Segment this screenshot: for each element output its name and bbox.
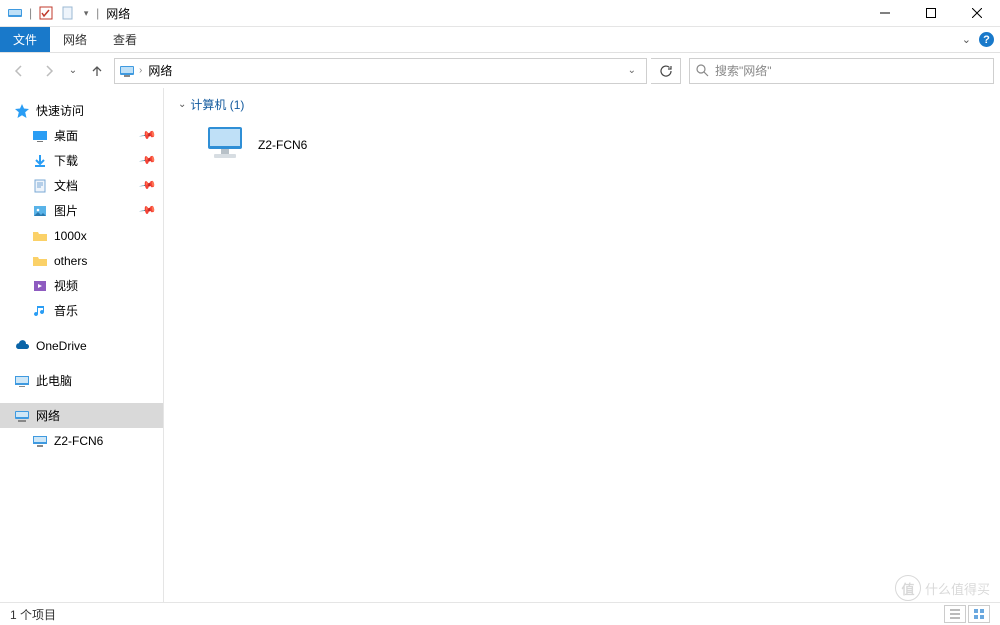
sidebar-item-label: 快速访问 [36, 102, 84, 119]
content-pane: ⌄ 计算机 (1) Z2-FCN6 [164, 88, 1000, 602]
search-input[interactable]: 搜索"网络" [689, 58, 994, 84]
pictures-icon [32, 203, 48, 219]
refresh-button[interactable] [651, 58, 681, 84]
qat-dropdown-icon[interactable]: ▾ [79, 2, 93, 24]
desktop-icon [32, 128, 48, 144]
search-placeholder: 搜索"网络" [715, 62, 772, 79]
group-header-label: 计算机 (1) [190, 96, 244, 113]
computer-icon [204, 124, 248, 167]
computer-item-label: Z2-FCN6 [258, 138, 307, 152]
sidebar-quick-access[interactable]: 快速访问 [0, 98, 163, 123]
sidebar-item-label: 视频 [54, 277, 78, 294]
sidebar-item-folder-1000x[interactable]: 1000x [0, 223, 163, 248]
nav-forward-button[interactable] [36, 58, 62, 84]
pin-icon: 📌 [139, 201, 158, 220]
computer-item[interactable]: Z2-FCN6 [202, 121, 422, 169]
folder-icon [32, 228, 48, 244]
sidebar-item-label: 网络 [36, 407, 60, 424]
sidebar-item-label: 文档 [54, 177, 78, 194]
sidebar-network-computer[interactable]: Z2-FCN6 [0, 428, 163, 453]
documents-icon [32, 178, 48, 194]
ribbon-tab-file[interactable]: 文件 [0, 27, 50, 52]
search-icon [696, 64, 709, 77]
sidebar-item-label: Z2-FCN6 [54, 434, 103, 448]
sidebar-onedrive[interactable]: OneDrive [0, 333, 163, 358]
videos-icon [32, 278, 48, 294]
view-details-button[interactable] [944, 605, 966, 623]
star-icon [14, 103, 30, 119]
ribbon-expand-icon[interactable]: ⌄ [962, 33, 971, 46]
downloads-icon [32, 153, 48, 169]
sidebar-item-label: others [54, 254, 87, 268]
network-icon [14, 408, 30, 424]
computer-icon [32, 433, 48, 449]
folder-icon [32, 253, 48, 269]
chevron-down-icon: ⌄ [178, 99, 186, 110]
sidebar-item-videos[interactable]: 视频 [0, 273, 163, 298]
sidebar-item-label: OneDrive [36, 339, 87, 353]
sidebar-item-label: 下载 [54, 152, 78, 169]
window-title: 网络 [106, 5, 130, 22]
app-icon [4, 2, 26, 24]
sidebar-item-desktop[interactable]: 桌面 📌 [0, 123, 163, 148]
nav-back-button[interactable] [6, 58, 32, 84]
this-pc-icon [14, 373, 30, 389]
group-header-computers[interactable]: ⌄ 计算机 (1) [178, 96, 986, 113]
address-dropdown-icon[interactable]: ⌄ [622, 65, 642, 76]
breadcrumb-separator: › [139, 65, 142, 76]
breadcrumb-network[interactable]: 网络 [146, 62, 174, 79]
onedrive-icon [14, 338, 30, 354]
close-button[interactable] [954, 0, 1000, 27]
minimize-button[interactable] [862, 0, 908, 27]
maximize-button[interactable] [908, 0, 954, 27]
sidebar-item-label: 1000x [54, 229, 87, 243]
sidebar-item-pictures[interactable]: 图片 📌 [0, 198, 163, 223]
address-network-icon [119, 63, 135, 79]
sidebar-item-label: 图片 [54, 202, 78, 219]
nav-up-button[interactable] [84, 58, 110, 84]
qat-separator-2: | [96, 6, 99, 20]
sidebar-item-label: 此电脑 [36, 372, 72, 389]
sidebar-item-documents[interactable]: 文档 📌 [0, 173, 163, 198]
navigation-pane: 快速访问 桌面 📌 下载 📌 文档 📌 图片 📌 1000x ot [0, 88, 164, 602]
view-large-icons-button[interactable] [968, 605, 990, 623]
sidebar-item-folder-others[interactable]: others [0, 248, 163, 273]
sidebar-item-label: 桌面 [54, 127, 78, 144]
sidebar-network[interactable]: 网络 [0, 403, 163, 428]
sidebar-item-label: 音乐 [54, 302, 78, 319]
ribbon-tab-view[interactable]: 查看 [100, 27, 150, 52]
music-icon [32, 303, 48, 319]
status-item-count: 1 个项目 [10, 606, 56, 623]
sidebar-item-downloads[interactable]: 下载 📌 [0, 148, 163, 173]
qat-new-icon[interactable] [57, 2, 79, 24]
address-bar[interactable]: › 网络 ⌄ [114, 58, 647, 84]
ribbon-tab-network[interactable]: 网络 [50, 27, 100, 52]
qat-properties-icon[interactable] [35, 2, 57, 24]
pin-icon: 📌 [139, 176, 158, 195]
pin-icon: 📌 [139, 151, 158, 170]
nav-recent-dropdown[interactable]: ⌄ [66, 58, 80, 84]
sidebar-item-music[interactable]: 音乐 [0, 298, 163, 323]
sidebar-this-pc[interactable]: 此电脑 [0, 368, 163, 393]
help-icon[interactable]: ? [979, 32, 994, 47]
pin-icon: 📌 [139, 126, 158, 145]
qat-separator: | [29, 6, 32, 20]
